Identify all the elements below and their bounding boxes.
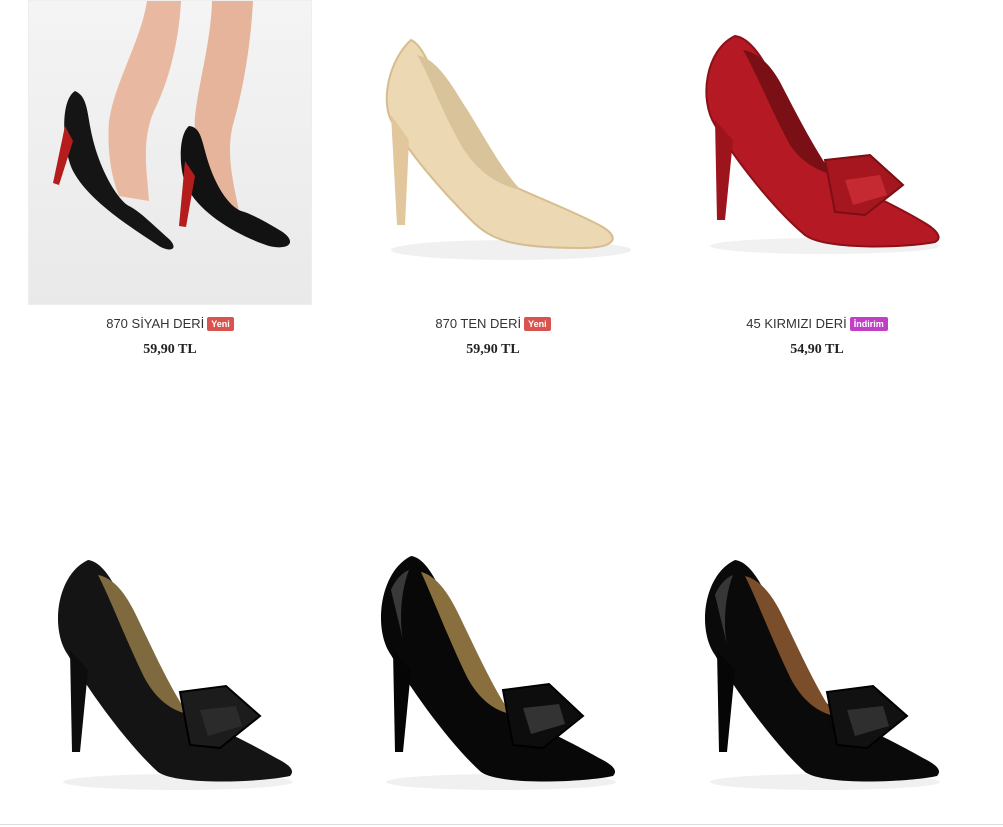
product-card[interactable] — [25, 520, 315, 825]
product-name[interactable]: 870 TEN DERİ — [435, 316, 521, 331]
product-image-red-bow-pump[interactable] — [675, 0, 959, 305]
product-card[interactable]: 870 TEN DERİ Yeni 59,90 TL — [348, 0, 638, 358]
discount-badge: İndirim — [849, 317, 888, 331]
product-image-black-patent-bow-pump[interactable] — [351, 520, 635, 825]
product-card[interactable]: 45 KIRMIZI DERİ İndirim 54,90 TL — [672, 0, 962, 358]
new-badge: Yeni — [207, 317, 234, 331]
black-patent-bow-pump-icon — [380, 556, 616, 790]
black-matte-bow-pump-icon — [57, 560, 293, 790]
black-leather-pump-worn-photo — [53, 1, 291, 250]
product-name[interactable]: 45 KIRMIZI DERİ — [746, 316, 846, 331]
product-card[interactable] — [672, 520, 962, 825]
product-image-black-patent-bow-pump-2[interactable] — [675, 520, 959, 825]
product-title-row[interactable]: 870 TEN DERİ Yeni — [348, 315, 638, 333]
black-patent-bow-pump-2-icon — [704, 560, 940, 790]
new-badge: Yeni — [524, 317, 551, 331]
product-image-black-leather-pump-worn[interactable] — [28, 0, 312, 305]
divider — [0, 824, 1003, 825]
red-bow-pump-icon — [705, 34, 940, 254]
product-card[interactable]: 870 SİYAH DERİ Yeni 59,90 TL — [25, 0, 315, 358]
product-title-row[interactable]: 45 KIRMIZI DERİ İndirim — [672, 315, 962, 333]
product-price: 59,90 TL — [143, 342, 197, 357]
product-title-row[interactable]: 870 SİYAH DERİ Yeni — [25, 315, 315, 333]
product-grid: 870 SİYAH DERİ Yeni 59,90 TL 870 TEN DERİ… — [0, 0, 1003, 827]
product-price: 54,90 TL — [790, 342, 844, 357]
product-price: 59,90 TL — [466, 342, 520, 357]
product-card[interactable] — [348, 520, 638, 825]
product-image-nude-leather-pump[interactable] — [351, 0, 635, 305]
nude-leather-pump-icon — [385, 38, 631, 260]
product-image-black-matte-bow-pump[interactable] — [28, 520, 312, 825]
product-name[interactable]: 870 SİYAH DERİ — [106, 316, 204, 331]
